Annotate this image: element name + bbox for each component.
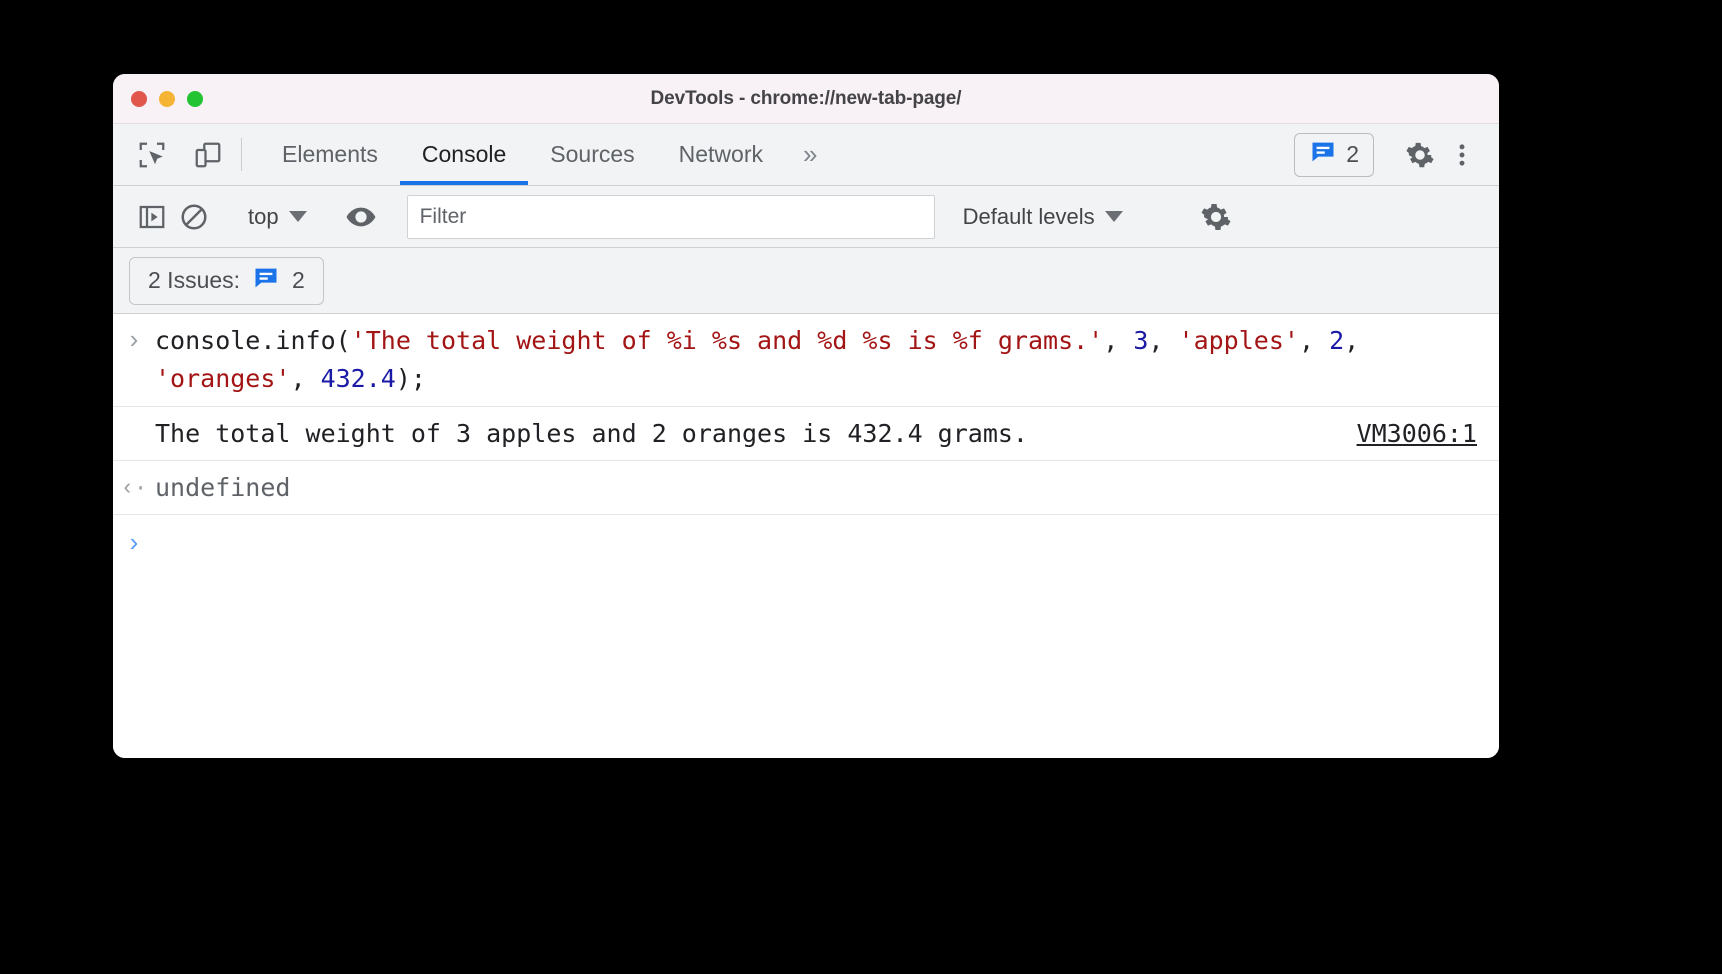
console-input-code[interactable]: console.info('The total weight of %i %s … [155,322,1483,398]
console-return-row: ‹· undefined [113,461,1499,515]
execution-context-selector[interactable]: top [240,204,315,230]
console-message-list[interactable]: › console.info('The total weight of %i %… [113,314,1499,758]
devtools-window: DevTools - chrome://new-tab-page/ Elemen… [113,74,1499,758]
code-token-plain: , [1103,326,1134,355]
output-gutter [113,432,155,436]
return-arrow-icon: ‹· [120,476,148,502]
issues-summary-button[interactable]: 2 Issues: 2 [129,256,324,305]
code-token-str: 'oranges' [155,364,291,393]
tab-console-label: Console [421,141,507,167]
code-token-str: 'apples' [1178,326,1299,355]
tabbar-divider-1 [241,138,242,171]
console-return-value: undefined [155,473,291,502]
gear-icon[interactable] [1399,134,1441,176]
devtools-tabbar: Elements Console Sources Network » 2 [113,124,1499,186]
return-gutter: ‹· [113,472,155,502]
tab-sources[interactable]: Sources [528,124,656,185]
console-input-row[interactable]: › console.info('The total weight of %i %… [113,314,1499,407]
inspect-element-icon[interactable] [131,134,173,176]
empty-prompt-gutter: › [113,525,155,555]
issues-summary-count: 2 [292,267,305,293]
code-token-plain: , [290,364,321,393]
console-output-text: The total weight of 3 apples and 2 orang… [155,419,1028,448]
tab-console[interactable]: Console [399,124,529,185]
kebab-menu-icon[interactable] [1441,134,1483,176]
tab-elements[interactable]: Elements [260,124,400,185]
issues-summary-label: 2 Issues: [148,267,241,293]
code-token-plain: , [1344,326,1375,355]
window-title: DevTools - chrome://new-tab-page/ [650,87,962,109]
live-expression-icon[interactable] [340,196,382,238]
console-sidebar-icon[interactable] [131,196,173,238]
issues-count: 2 [1346,141,1359,167]
traffic-light-group [131,74,203,123]
clear-console-icon[interactable] [173,196,215,238]
console-output-row: The total weight of 3 apples and 2 orang… [113,407,1499,461]
chevron-down-icon [1104,211,1123,222]
devtools-tab-list: Elements Console Sources Network » [260,124,835,185]
code-token-num: 432.4 [320,364,396,393]
tab-elements-label: Elements [282,141,378,167]
console-settings-gear-icon[interactable] [1195,196,1237,238]
input-prompt-gutter: › [113,322,155,352]
zoom-window-button[interactable] [187,90,203,107]
code-token-num: 2 [1329,326,1345,355]
code-token-plain: console.info( [155,326,351,355]
tab-network[interactable]: Network [657,124,785,185]
issues-counter-button[interactable]: 2 [1294,132,1374,177]
code-token-plain: , [1148,326,1179,355]
prompt-chevron-icon: › [129,324,139,354]
log-levels-label: Default levels [962,203,1095,229]
execution-context-label: top [248,203,279,229]
message-bubble-icon [252,264,280,297]
log-levels-selector[interactable]: Default levels [955,204,1131,230]
console-toolbar: top Default levels [113,186,1499,248]
code-token-plain: , [1298,326,1330,355]
filter-input[interactable] [406,194,935,239]
code-token-plain: ); [395,364,426,393]
tab-network-label: Network [678,141,763,167]
console-prompt-row[interactable]: › [113,515,1499,569]
more-tabs-icon[interactable]: » [785,124,835,185]
issues-bar: 2 Issues: 2 [113,248,1499,314]
tabbar-right-icons: 2 [1294,124,1499,185]
message-bubble-icon [1309,138,1337,171]
tabbar-left-icons [113,124,229,185]
chevron-down-icon [288,211,307,222]
tab-sources-label: Sources [550,141,635,167]
minimize-window-button[interactable] [159,90,175,107]
code-token-str: 'The total weight of %i %s and %d %s is … [350,326,1104,355]
close-window-button[interactable] [131,90,147,107]
source-location-link[interactable]: VM3006:1 [1357,419,1477,448]
prompt-chevron-icon: › [129,527,139,557]
window-titlebar: DevTools - chrome://new-tab-page/ [113,74,1499,124]
device-toolbar-icon[interactable] [187,134,229,176]
more-tabs-label: » [803,139,818,169]
code-token-num: 3 [1133,326,1149,355]
